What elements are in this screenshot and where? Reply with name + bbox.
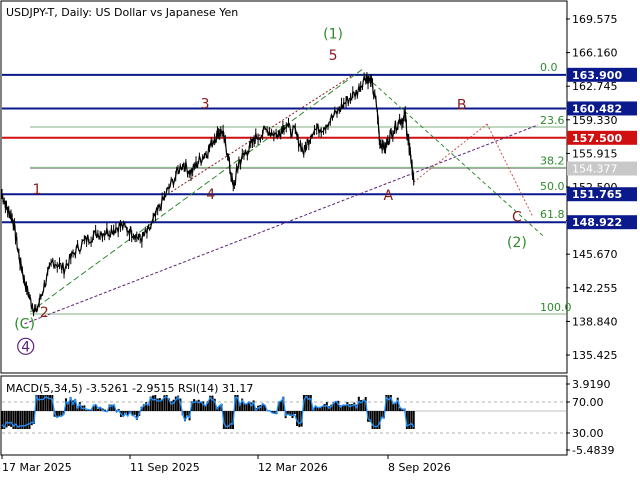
- rsi-line: [1, 394, 415, 429]
- trend-line: [170, 75, 352, 193]
- y-tick-label: 142.255: [572, 282, 618, 295]
- wave-label: C: [512, 209, 522, 225]
- wave-label: 3: [201, 96, 210, 112]
- fib-label: 100.0: [540, 301, 572, 314]
- fib-label: 50.0: [540, 180, 565, 193]
- wave-label: 4: [206, 187, 215, 203]
- x-axis: 17 Mar 2025 11 Sep 2025 12 Mar 2026 8 Sep 2…: [1, 455, 451, 474]
- indicator-series: [1, 394, 566, 434]
- trend-line: [24, 124, 538, 325]
- price-tag-label: 151.765: [572, 188, 622, 201]
- fib-label: 38.2: [540, 154, 565, 167]
- fib-label: 0.0: [540, 61, 558, 74]
- y-tick-label: 135.425: [572, 349, 618, 362]
- y-tick-label: 155.915: [572, 147, 618, 160]
- trend-line: [413, 123, 488, 183]
- y-axis: 169.575166.160162.745159.330155.915152.5…: [566, 13, 637, 457]
- indicator-tick-label: 30.00: [572, 427, 604, 440]
- main-panel-frame: [0, 0, 568, 374]
- price-tag-label: 148.922: [572, 216, 622, 229]
- wave-label: (C): [14, 317, 35, 333]
- y-tick-label: 138.840: [572, 315, 618, 328]
- wave-label: (1): [323, 26, 343, 42]
- wave-label: 1: [33, 182, 42, 198]
- wave-label: 4: [21, 339, 30, 355]
- indicator-tick-label: 3.9190: [572, 378, 611, 391]
- price-tag-label: 157.500: [572, 132, 622, 145]
- x-tick-label: 8 Sep 2026: [388, 461, 451, 474]
- y-tick-label: 159.330: [572, 114, 618, 127]
- price-tag-label: 163.900: [572, 69, 622, 82]
- indicator-tick-label: 70.00: [572, 396, 604, 409]
- chart-canvas: 23.6 38.2 100.0 0.0 50.0 61.8 1 2 3 4 5 (1) (C) 4 A B C…: [0, 0, 637, 474]
- y-tick-label: 162.745: [572, 80, 618, 93]
- wave-label: B: [457, 97, 467, 113]
- y-tick-label: 145.670: [572, 248, 618, 261]
- chart-title: USDJPY-T, Daily: US Dollar vs Japanese Y…: [6, 6, 238, 19]
- y-tick-label: 169.575: [572, 13, 618, 26]
- x-tick-label: 11 Sep 2025: [130, 461, 200, 474]
- wave-label: (2): [507, 235, 527, 251]
- fib-label: 61.8: [540, 208, 565, 221]
- wave-label: 5: [329, 48, 338, 64]
- wave-label: 2: [40, 305, 49, 321]
- price-chart[interactable]: 23.6 38.2 100.0 0.0 50.0 61.8 1 2 3 4 5 (1) (C) 4 A B C…: [0, 0, 640, 480]
- current-price-label: 154.377: [572, 163, 618, 176]
- level-lines: 23.6 38.2 100.0 0.0 50.0 61.8: [2, 61, 572, 315]
- indicator-tick-label: -5.4839: [572, 444, 614, 457]
- price-tag-label: 160.482: [572, 102, 622, 115]
- trend-line: [29, 68, 364, 313]
- y-tick-label: 166.160: [572, 47, 618, 60]
- fib-label: 23.6: [540, 114, 565, 127]
- indicator-title: MACD(5,34,5) -3.5261 -2.9515 RSI(14) 31.…: [6, 382, 253, 395]
- x-tick-label: 17 Mar 2025: [2, 461, 72, 474]
- wave-label: A: [384, 188, 394, 204]
- x-tick-label: 12 Mar 2026: [258, 461, 328, 474]
